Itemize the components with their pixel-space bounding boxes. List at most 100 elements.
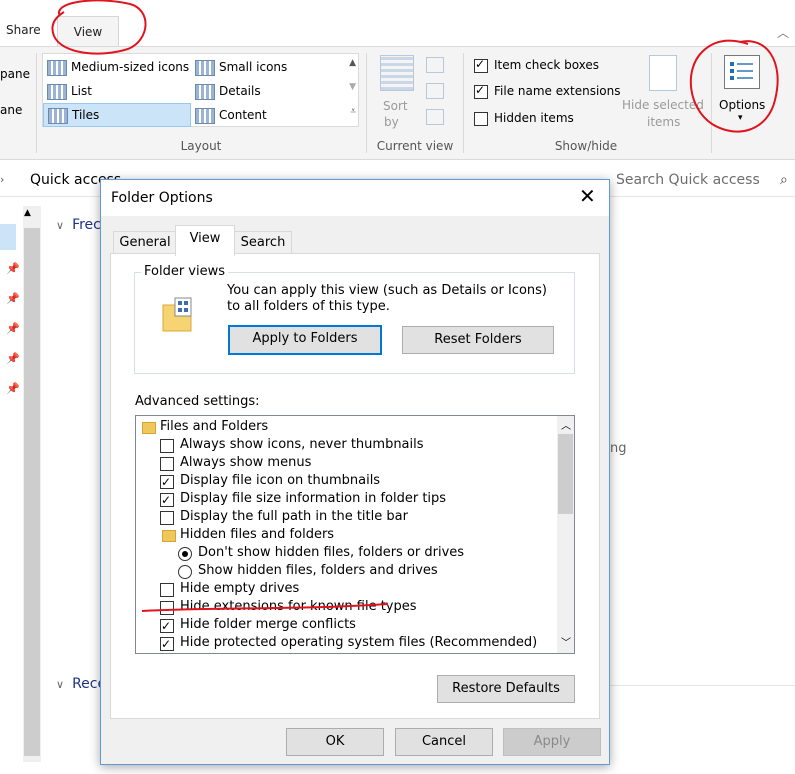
file-name-extensions-checkbox[interactable] [474,83,488,99]
folder-views-description: You can apply this view (such as Details… [227,283,547,314]
tab-view[interactable]: View [57,16,119,47]
tree-checkbox[interactable] [160,583,174,597]
scroll-thumb[interactable] [558,434,573,514]
hide-selected-label[interactable]: Hide selected [622,98,704,112]
tab-view[interactable]: View [175,225,235,256]
layout-details[interactable]: Details [191,80,261,102]
navigation-pane: 📌 📌 📌 📌 📌 ▲ [0,200,42,774]
dialog-titlebar: Folder Options ✕ [101,180,609,216]
ribbon: pane ane Medium-sized icons Small icons … [0,46,795,160]
apply-to-folders-button[interactable]: Apply to Folders [228,325,382,355]
tree-checkbox[interactable] [160,473,174,491]
folder-options-dialog: Folder Options ✕ General View Search Fol… [100,179,610,765]
layout-list[interactable]: List [43,80,92,102]
tree-checkbox[interactable] [160,635,174,653]
options-dropdown-icon[interactable]: ▾ [738,113,743,123]
tiles-icon [48,108,68,124]
scroll-thumb[interactable] [24,228,40,756]
hide-selected-label-2: items [647,115,681,129]
divider [610,685,795,686]
divider [366,53,367,153]
small-icons-icon [195,60,215,76]
nav-pane-label[interactable]: pane [0,67,30,81]
details-icon [195,84,215,100]
preview-pane-label[interactable]: ane [0,103,22,117]
layout-group-label: Layout [180,139,222,153]
group-by-icon[interactable] [426,57,444,73]
search-input[interactable]: Search Quick access [616,172,760,188]
hide-selected-icon [649,55,677,91]
tree-checkbox[interactable] [160,457,174,471]
tab-search[interactable]: Search [234,231,292,254]
current-view-group-label: Current view [376,139,454,153]
tree-radio[interactable] [178,547,192,561]
sort-icon [380,55,414,91]
scroll-up-icon[interactable]: ▲ [24,208,31,218]
frequent-folders-header[interactable]: ∨ Frec [56,217,101,233]
tree-scrollbar[interactable]: ︿ ﹀ [557,416,574,653]
options-icon [724,55,760,89]
sort-by-label[interactable]: by [384,115,399,129]
tree-checkbox[interactable] [160,617,174,635]
divider [463,53,464,153]
layout-gallery: Medium-sized icons Small icons List Deta… [42,53,359,127]
divider [36,53,37,153]
gallery-down-icon[interactable]: ▼ [349,82,356,92]
medium-icons-icon [47,60,67,76]
layout-tiles[interactable]: Tiles [43,103,191,127]
layout-content[interactable]: Content [191,104,267,126]
tree-radio[interactable] [178,565,192,579]
restore-defaults-button[interactable]: Restore Defaults [437,675,575,703]
cancel-button[interactable]: Cancel [395,728,493,756]
content-icon [195,108,215,124]
folder-icon [142,422,156,434]
close-icon[interactable]: ✕ [579,185,596,207]
divider [711,53,712,153]
tree-checkbox[interactable] [160,491,174,509]
scroll-down-icon[interactable]: ﹀ [561,634,571,649]
view-tab-panel: Folder views You can apply this view (su… [110,253,600,719]
item-check-boxes-label: Item check boxes [494,58,600,72]
pin-icon: 📌 [6,352,20,365]
hidden-items-checkbox[interactable] [474,112,488,126]
gallery-up-icon[interactable]: ▲ [349,58,356,68]
gallery-more-icon[interactable]: ⩡ [350,106,356,117]
layout-medium-icons[interactable]: Medium-sized icons [43,56,189,78]
tab-general[interactable]: General [113,231,177,254]
folder-views-group: Folder views You can apply this view (su… [134,264,575,374]
recent-files-header[interactable]: ∨ Rece [56,676,106,692]
ribbon-tab-strip: Share View ︿ [0,0,795,47]
layout-small-icons[interactable]: Small icons [191,56,287,78]
tree-checkbox[interactable] [160,601,174,615]
list-icon [47,84,67,100]
search-icon[interactable]: ⌕ [780,172,788,188]
partial-text: ng [610,441,627,456]
dialog-title: Folder Options [111,190,213,206]
show-hide-group-label: Show/hide [554,139,618,153]
chevron-right-icon[interactable]: › [0,173,4,186]
nav-scrollbar[interactable]: ▲ [23,206,41,762]
selected-nav-item[interactable] [0,224,16,250]
tab-share[interactable]: Share [6,14,41,46]
tree-checkbox[interactable] [160,511,174,525]
file-name-extensions-label: File name extensions [494,84,621,98]
pin-icon: 📌 [6,322,20,335]
tree-checkbox[interactable] [160,439,174,453]
hidden-items-label: Hidden items [494,111,574,125]
scroll-up-icon[interactable]: ︿ [561,417,571,432]
folder-views-icon [161,297,192,332]
sort-label[interactable]: Sort [383,99,408,113]
add-columns-icon[interactable] [426,83,444,99]
size-columns-icon[interactable] [426,109,444,125]
pin-icon: 📌 [6,382,20,395]
advanced-settings-label: Advanced settings: [135,394,260,409]
options-button[interactable]: Options [719,98,765,112]
ok-button[interactable]: OK [286,728,384,756]
apply-button[interactable]: Apply [503,728,601,756]
item-check-boxes-checkbox[interactable] [474,57,488,73]
folder-icon [162,530,176,542]
collapse-ribbon-icon[interactable]: ︿ [777,24,789,41]
advanced-settings-tree: Files and Folders Always show icons, nev… [135,415,575,654]
reset-folders-button[interactable]: Reset Folders [402,326,554,354]
pin-icon: 📌 [6,292,20,305]
